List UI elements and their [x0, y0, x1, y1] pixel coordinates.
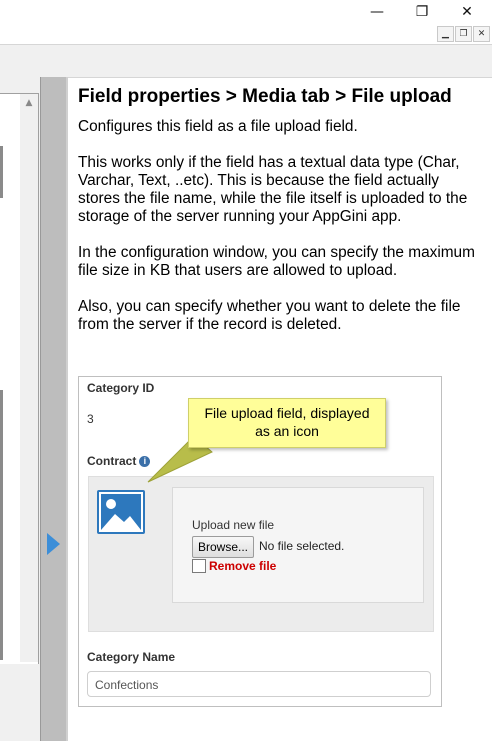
- maximize-button[interactable]: ❐: [399, 0, 445, 24]
- help-paragraph: In the configuration window, you can spe…: [78, 244, 475, 279]
- mdi-restore-button[interactable]: ❐: [455, 26, 472, 42]
- mdi-bar: [0, 24, 492, 44]
- left-scrollbar[interactable]: [20, 94, 38, 662]
- no-file-selected-text: No file selected.: [259, 539, 345, 553]
- maximize-icon: ❐: [415, 4, 429, 20]
- toolbar: [0, 44, 492, 78]
- pane-splitter[interactable]: [40, 77, 66, 741]
- left-pane-edge: [0, 146, 3, 198]
- help-title: Field properties > Media tab > File uplo…: [78, 86, 452, 107]
- help-paragraph: Also, you can specify whether you want t…: [78, 298, 461, 333]
- expand-arrow-icon[interactable]: [47, 533, 60, 555]
- callout-line: File upload field, displayed: [204, 405, 370, 421]
- remove-file-label[interactable]: Remove file: [209, 559, 276, 573]
- close-icon: ✕: [461, 4, 473, 20]
- close-button[interactable]: ✕: [444, 0, 490, 24]
- category-id-value: 3: [87, 412, 94, 426]
- callout-note: File upload field, displayed as an icon: [188, 398, 386, 448]
- help-divider: [66, 77, 68, 741]
- help-paragraph: This works only if the field has a textu…: [78, 154, 468, 225]
- image-file-icon[interactable]: [97, 490, 145, 534]
- browse-button[interactable]: Browse...: [192, 536, 254, 558]
- minimize-button[interactable]: —: [354, 0, 400, 24]
- category-id-label: Category ID: [87, 381, 155, 395]
- mdi-restore-icon: ❐: [459, 29, 468, 39]
- category-name-label: Category Name: [87, 650, 176, 664]
- upload-new-file-label: Upload new file: [192, 518, 275, 532]
- help-paragraph: Configures this field as a file upload f…: [78, 118, 358, 135]
- mdi-minimize-button[interactable]: ▁: [437, 26, 454, 42]
- scroll-up-icon[interactable]: ▲: [20, 94, 38, 112]
- mdi-minimize-icon: ▁: [442, 29, 449, 39]
- left-pane-edge: [0, 390, 3, 660]
- mdi-close-button[interactable]: ✕: [473, 26, 490, 42]
- callout-line: as an icon: [255, 423, 319, 439]
- remove-file-checkbox[interactable]: [192, 559, 206, 573]
- category-name-field[interactable]: Confections: [87, 671, 431, 697]
- mdi-close-icon: ✕: [477, 29, 486, 39]
- minimize-icon: —: [370, 4, 384, 20]
- contract-label-text: Contract: [87, 454, 137, 468]
- help-panel: Field properties > Media tab > File uplo…: [78, 86, 484, 352]
- image-icon-graphic: [99, 492, 143, 532]
